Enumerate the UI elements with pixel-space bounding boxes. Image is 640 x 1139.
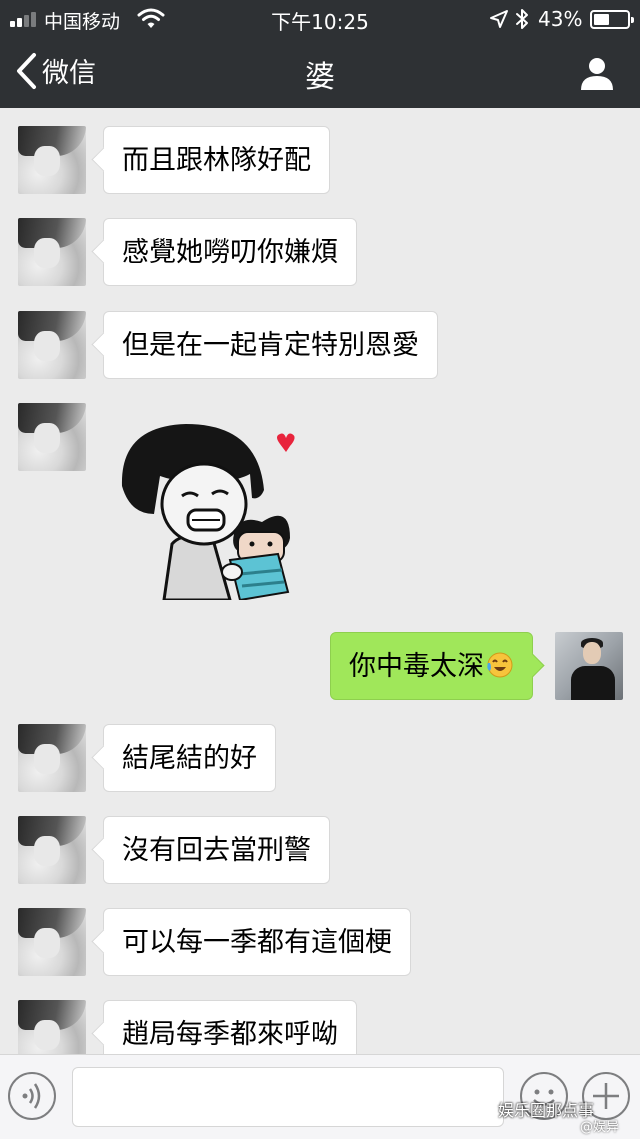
message-bubble[interactable]: 可以每一季都有這個梗 [103, 908, 411, 976]
voice-button[interactable] [8, 1072, 56, 1120]
avatar-self[interactable] [555, 632, 623, 700]
nav-bar: 微信 婆 [0, 38, 640, 108]
avatar[interactable] [18, 126, 86, 194]
avatar[interactable] [18, 218, 86, 286]
message-bubble[interactable]: 但是在一起肯定特別恩愛 [103, 311, 438, 379]
message-text: 你中毒太深 [349, 651, 484, 682]
location-arrow-icon [490, 10, 508, 28]
avatar[interactable] [18, 403, 86, 471]
battery-icon [590, 10, 634, 29]
avatar[interactable] [18, 908, 86, 976]
avatar[interactable] [18, 816, 86, 884]
laughing-crying-emoji-icon [487, 652, 513, 678]
avatar[interactable] [18, 311, 86, 379]
avatar[interactable] [18, 724, 86, 792]
bluetooth-icon [516, 9, 528, 29]
avatar[interactable] [18, 1000, 86, 1054]
chat-title: 婆 [305, 60, 335, 95]
person-icon[interactable] [578, 54, 616, 92]
message-bubble[interactable]: 沒有回去當刑警 [103, 816, 330, 884]
message-bubble-sent[interactable]: 你中毒太深 [330, 632, 533, 700]
mushroom-head-hug-sticker-icon[interactable] [112, 404, 298, 600]
message-input[interactable] [72, 1067, 504, 1127]
message-bubble[interactable]: 結尾結的好 [103, 724, 276, 792]
watermark-sub: @娱异 [580, 1120, 620, 1135]
battery-percent: 43% [538, 7, 583, 31]
status-bar: 中国移动 下午10:25 43% [0, 0, 640, 38]
top-bar: 中国移动 下午10:25 43% 微信 婆 [0, 0, 640, 108]
message-bubble[interactable]: 而且跟林隊好配 [103, 126, 330, 194]
message-bubble[interactable]: 感覺她嘮叨你嫌煩 [103, 218, 357, 286]
message-bubble[interactable]: 趙局每季都來呼呦 [103, 1000, 357, 1054]
voice-icon [22, 1083, 41, 1109]
chat-area[interactable]: 而且跟林隊好配 感覺她嘮叨你嫌煩 但是在一起肯定特別恩愛 你中毒太深 結尾結的好… [0, 108, 640, 1054]
